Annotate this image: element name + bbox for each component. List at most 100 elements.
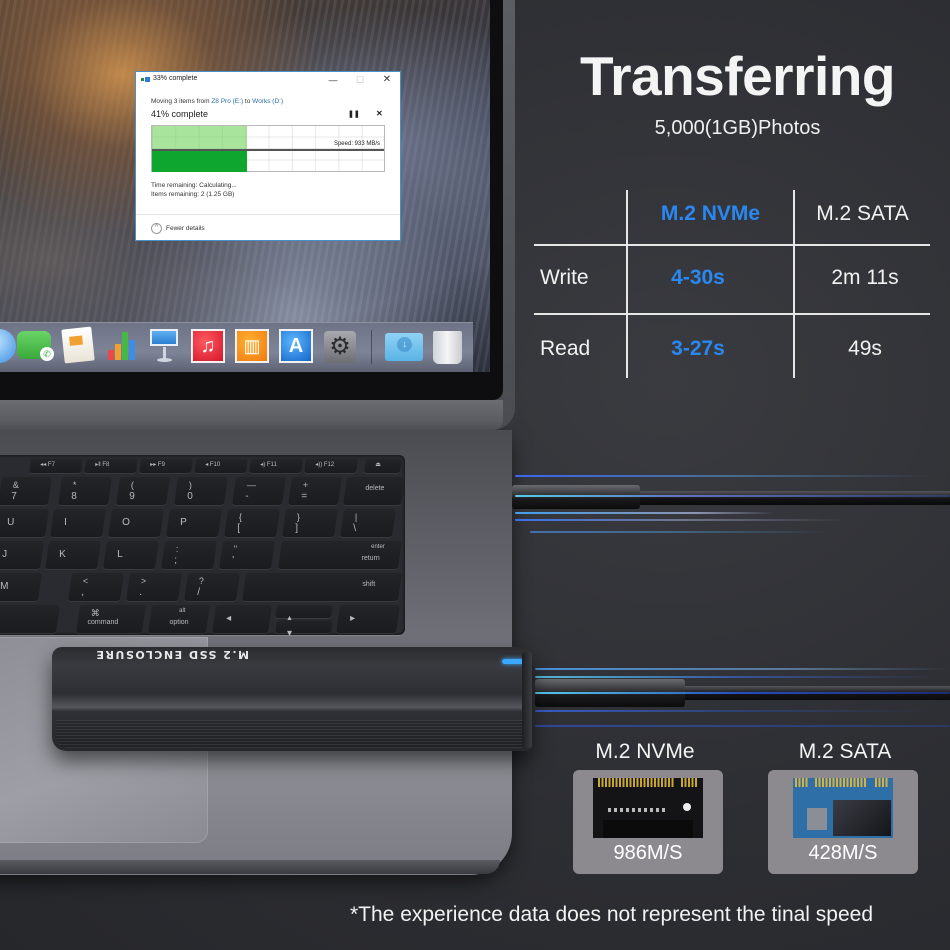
key-J[interactable]: J: [0, 541, 44, 569]
key-shift-label: ⌘: [90, 608, 100, 618]
key-8[interactable]: * 8: [58, 477, 112, 505]
command-key[interactable]: ⌘ command: [76, 605, 146, 633]
trash-icon[interactable]: [433, 331, 462, 364]
key-backslash[interactable]: | \: [340, 509, 396, 537]
transfer-speed-graph: Speed: 933 MB/s: [151, 125, 385, 172]
system-preferences-icon[interactable]: ⚙: [324, 331, 356, 363]
arrow-left-key[interactable]: ◂: [212, 605, 272, 633]
key-shift-label: enter: [371, 544, 385, 550]
key-0[interactable]: ) 0: [174, 477, 228, 505]
controller-chip: [603, 820, 693, 838]
progress-fill: [152, 151, 248, 172]
key-shift-label: alt: [179, 608, 186, 614]
key-shift-label: >: [140, 576, 147, 586]
function-key[interactable]: ▸ǁ F8: [84, 459, 138, 473]
arrow-right-key[interactable]: ▸: [336, 605, 400, 633]
function-key[interactable]: ⏏: [364, 459, 402, 473]
moving-prefix: Moving 3 items from: [151, 98, 212, 105]
key-[[interactable]: {[: [224, 509, 280, 537]
key-label: ▸: [350, 613, 356, 624]
key-L[interactable]: L: [103, 541, 159, 569]
phone-icon: ✆: [40, 347, 54, 361]
close-icon[interactable]: ✕: [376, 109, 383, 118]
key-label: O: [122, 517, 130, 528]
card-speed-sata: 428M/S: [808, 842, 878, 864]
light-streak: [530, 531, 830, 533]
key-K[interactable]: K: [45, 541, 101, 569]
to-word: to: [243, 98, 253, 105]
chevron-up-icon[interactable]: ^: [151, 223, 162, 234]
option-key[interactable]: alt option: [148, 605, 210, 633]
key-label: M: [0, 581, 9, 592]
numbers-icon[interactable]: [104, 331, 140, 363]
key-label: ': [232, 555, 235, 566]
delete-key[interactable]: delete: [343, 477, 405, 505]
key-][interactable]: }]: [282, 509, 338, 537]
key-/[interactable]: ? /: [184, 573, 240, 601]
source-drive-link[interactable]: Z8 Pro (E:): [211, 98, 243, 105]
key-label: 9: [129, 491, 135, 502]
key-label: delete: [365, 485, 385, 492]
shift-key[interactable]: shift: [242, 573, 402, 601]
gold-contacts: [681, 778, 697, 787]
key-label: I: [64, 517, 67, 528]
app-store-icon[interactable]: A: [279, 329, 313, 363]
pause-icon[interactable]: ❚❚: [348, 110, 360, 118]
destination-drive-link[interactable]: Works (D:): [252, 98, 283, 105]
arrow-down-key[interactable]: ▾: [275, 620, 333, 639]
card-speed-nvme: 986M/S: [613, 842, 683, 864]
key-.[interactable]: >.: [126, 573, 182, 601]
space-bar[interactable]: [0, 605, 60, 633]
key-label: ⏏: [375, 462, 381, 468]
disclaimer-footnote: *The experience data does not represent …: [350, 903, 874, 926]
pages-icon[interactable]: [61, 326, 95, 364]
card-nvme: 986M/S: [573, 770, 723, 874]
key-M[interactable]: M: [0, 573, 42, 601]
gold-contacts: [875, 778, 889, 787]
nvme-ssd-board: [593, 778, 703, 838]
key-U[interactable]: U: [0, 509, 49, 537]
maximize-button[interactable]: ☐: [353, 74, 367, 86]
function-key[interactable]: ◂) F11: [249, 459, 303, 473]
key-label: 0: [187, 491, 193, 502]
percent-complete: 41% complete: [151, 109, 209, 119]
ibooks-icon[interactable]: ▥: [235, 329, 269, 363]
itunes-icon[interactable]: ♫: [191, 329, 225, 363]
key-I[interactable]: I: [50, 509, 106, 537]
key-=[interactable]: + =: [288, 477, 342, 505]
fewer-details-button[interactable]: Fewer details: [166, 225, 205, 232]
function-key[interactable]: ▸▸ F9: [139, 459, 193, 473]
dialog-title: 33% complete: [153, 75, 198, 82]
write-sata-value: 2m 11s: [831, 266, 899, 289]
items-remaining: Items remaining: 2 (1.25 GB): [151, 191, 235, 198]
key-label: U: [7, 517, 15, 528]
read-sata-value: 49s: [848, 337, 882, 360]
minimize-button[interactable]: —: [326, 74, 340, 86]
return-key[interactable]: enter return: [278, 541, 402, 569]
usb-cable: [640, 491, 950, 505]
key-;[interactable]: :;: [161, 541, 217, 569]
smd-components: [608, 808, 668, 812]
key-label: [: [237, 523, 241, 534]
key-label: ◂ F10: [205, 462, 221, 468]
keynote-icon[interactable]: [148, 327, 180, 363]
key-label: L: [117, 549, 123, 560]
light-streak: [515, 475, 935, 477]
key-'[interactable]: " ': [219, 541, 275, 569]
close-button[interactable]: ✕: [380, 74, 394, 86]
key-,[interactable]: <,: [68, 573, 124, 601]
arrow-up-key[interactable]: ▴: [275, 605, 333, 624]
key-7[interactable]: & 7: [0, 477, 52, 505]
key-label: ▾: [287, 628, 293, 639]
function-key[interactable]: ◂◂ F7: [29, 459, 83, 473]
key-O[interactable]: O: [108, 509, 164, 537]
function-key[interactable]: ◂ F10: [194, 459, 248, 473]
function-key[interactable]: ◂)) F12: [304, 459, 358, 473]
light-streak: [535, 668, 950, 670]
numbers-bar: [108, 350, 114, 360]
key--[interactable]: — -: [232, 477, 286, 505]
key-9[interactable]: (9: [116, 477, 170, 505]
key-P[interactable]: P: [166, 509, 222, 537]
keynote-board: [150, 329, 178, 346]
downloads-folder-icon[interactable]: [385, 333, 423, 361]
